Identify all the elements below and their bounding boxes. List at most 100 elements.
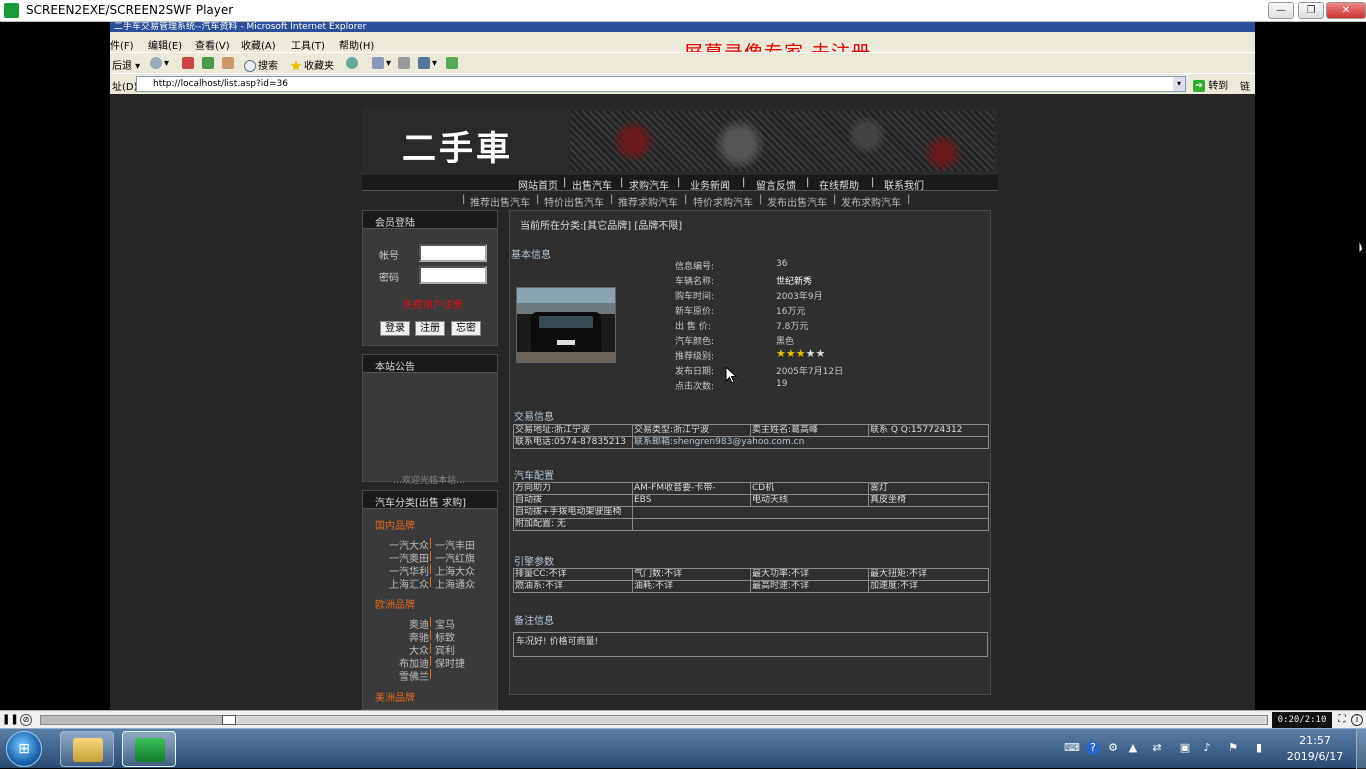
help-icon[interactable]: ?: [1086, 741, 1100, 755]
security-icon[interactable]: ▣: [1178, 741, 1192, 755]
subnav-post-sell[interactable]: 发布出售汽车: [767, 194, 827, 209]
nav-feedback[interactable]: 留言反馈: [756, 177, 796, 192]
speed-icon[interactable]: ⊘: [20, 714, 32, 726]
fullscreen-icon[interactable]: ⛶: [1335, 713, 1349, 727]
nav-news[interactable]: 业务新闻: [690, 177, 730, 192]
menu-tools[interactable]: 工具(T): [291, 37, 325, 52]
free-register-link[interactable]: 免费用户注册: [403, 296, 463, 311]
menu-help[interactable]: 帮助(H): [339, 37, 374, 52]
menu-edit[interactable]: 编辑(E): [148, 37, 182, 52]
star-icon: ★: [795, 347, 806, 360]
volume-muted-icon[interactable]: ♪: [1200, 741, 1214, 755]
action-center-icon[interactable]: ⚑: [1226, 741, 1240, 755]
register-button[interactable]: 注册: [415, 321, 445, 336]
home-icon[interactable]: [222, 57, 236, 69]
seek-bar-fill: [41, 716, 229, 724]
nav-contact[interactable]: 联系我们: [884, 177, 924, 192]
category-panel: 汽车分类[出售 求购] 国内品牌 一汽大众 一汽丰田 一汽奥田 一汽红旗 一汽华利上…: [362, 490, 498, 710]
back-label: 后退: [112, 61, 132, 72]
category-link[interactable]: 上海通众: [435, 576, 475, 591]
subnav-special-buy[interactable]: 特价求购汽车: [693, 194, 753, 209]
category-panel-title: 汽车分类[出售 求购]: [363, 491, 497, 509]
basic-info-key: 点击次数:: [675, 382, 715, 392]
category-pair: 一汽华利 上海大众: [363, 563, 497, 578]
maximize-icon[interactable]: ❐: [1298, 2, 1324, 19]
stop-icon[interactable]: [182, 57, 196, 69]
mail-icon[interactable]: ▾: [372, 57, 391, 69]
recording-stage: 二手车交易管理系统--汽车资料 - Microsoft Internet Exp…: [0, 22, 1366, 710]
show-desktop-button[interactable]: [1356, 729, 1366, 769]
signal-icon[interactable]: ▮: [1252, 741, 1266, 755]
config-cell: 雾灯: [868, 482, 989, 495]
print-icon[interactable]: [398, 57, 412, 69]
engine-cell: 排量CC:不详: [513, 568, 633, 581]
engine-cell: 加速度:不详: [868, 580, 989, 593]
menu-view[interactable]: 查看(V): [195, 37, 230, 52]
car-photo[interactable]: [516, 287, 616, 363]
show-hidden-icons-icon[interactable]: ▲: [1126, 741, 1140, 755]
config-cell: [632, 518, 989, 531]
messenger-icon[interactable]: [446, 57, 460, 69]
nav-sell[interactable]: 出售汽车: [572, 177, 612, 192]
table-row: 自动拨 EBS 电动天线 真皮坐椅: [513, 494, 989, 507]
subnav-recommended-buy[interactable]: 推荐求购汽车: [618, 194, 678, 209]
go-button[interactable]: ➜ 转到: [1193, 77, 1228, 92]
forgot-password-button[interactable]: 忘密: [451, 321, 481, 336]
info-icon[interactable]: i: [1351, 714, 1363, 726]
subnav-sep: |: [610, 194, 614, 205]
close-icon[interactable]: ✕: [1326, 2, 1366, 19]
back-button[interactable]: 后退 ▾: [112, 57, 140, 72]
login-button[interactable]: 登录: [380, 321, 410, 336]
start-button[interactable]: ⊞: [6, 731, 42, 767]
star-icon: ★: [805, 347, 816, 360]
forward-icon[interactable]: ▾: [150, 57, 169, 69]
edit-icon[interactable]: ▾: [418, 57, 437, 69]
category-group-domestic: 国内品牌: [375, 521, 415, 532]
search-button[interactable]: 搜索: [244, 57, 278, 72]
subnav-post-buy[interactable]: 发布求购汽车: [841, 194, 901, 209]
basic-info-value: 2003年9月: [776, 292, 823, 302]
seller-email-link[interactable]: 联系邮箱:shengren983@yahoo.com.cn: [634, 438, 804, 448]
seek-thumb[interactable]: [221, 715, 236, 725]
basic-info-value: 19: [776, 379, 788, 389]
tray-settings-icon[interactable]: ⚙: [1106, 741, 1120, 755]
menu-file[interactable]: 件(F): [110, 37, 134, 52]
category-group-europe: 欧洲品牌: [375, 600, 415, 611]
remark-title: 备注信息: [514, 616, 554, 627]
pause-icon[interactable]: ❚❚: [2, 713, 19, 727]
mouse-cursor-icon: [725, 366, 737, 384]
favorites-button[interactable]: 收藏夹: [290, 57, 334, 72]
address-input[interactable]: http://localhost/list.asp?id=36 ▾: [136, 76, 1186, 92]
subnav-special-sell[interactable]: 特价出售汽车: [544, 194, 604, 209]
subnav-recommended-sell[interactable]: 推荐出售汽车: [470, 194, 530, 209]
seek-bar[interactable]: [40, 715, 1268, 725]
taskbar-explorer-button[interactable]: [60, 731, 114, 767]
nav-help[interactable]: 在线帮助: [819, 177, 859, 192]
history-icon[interactable]: [346, 57, 360, 69]
password-input[interactable]: [419, 266, 487, 284]
login-panel: 会员登陆 帐号 密码 免费用户注册 登录 注册 忘密: [362, 210, 498, 346]
refresh-icon[interactable]: [202, 57, 216, 69]
config-cell: [632, 506, 989, 519]
seller-name: 卖主姓名:葛高峰: [750, 424, 869, 437]
network-share-icon[interactable]: ⇄: [1150, 741, 1164, 755]
table-row: 方向助力 AM-FM收音要-卡带- CD机 雾灯: [513, 482, 989, 495]
address-dropdown-icon[interactable]: ▾: [1173, 77, 1185, 91]
menu-favorites[interactable]: 收藏(A): [241, 37, 276, 52]
player-title-bar: SCREEN2EXE/SCREEN2SWF Player — ❐ ✕: [0, 0, 1366, 22]
username-input[interactable]: [419, 244, 487, 262]
category-link[interactable]: 雪佛兰: [399, 668, 429, 683]
links-label[interactable]: 链: [1240, 78, 1250, 93]
nav-buy[interactable]: 求购汽车: [629, 177, 669, 192]
star-icon: ★: [785, 347, 796, 360]
keyboard-icon[interactable]: ⌨: [1064, 741, 1080, 755]
nav-home[interactable]: 网站首页: [518, 177, 558, 192]
nav-sep: |: [620, 177, 624, 188]
category-link[interactable]: 上海汇众: [389, 576, 429, 591]
nav-sep: |: [563, 177, 567, 188]
taskbar-player-button[interactable]: [122, 731, 176, 767]
engine-title: 引擎参数: [514, 557, 554, 568]
site-container: 二手車 网站首页 | 出售汽车 | 求购汽车 | 业务新闻 | 留言反馈 | 在…: [362, 107, 998, 710]
taskbar-clock[interactable]: 21:57 2019/6/17: [1280, 733, 1350, 765]
minimize-icon[interactable]: —: [1268, 2, 1294, 19]
